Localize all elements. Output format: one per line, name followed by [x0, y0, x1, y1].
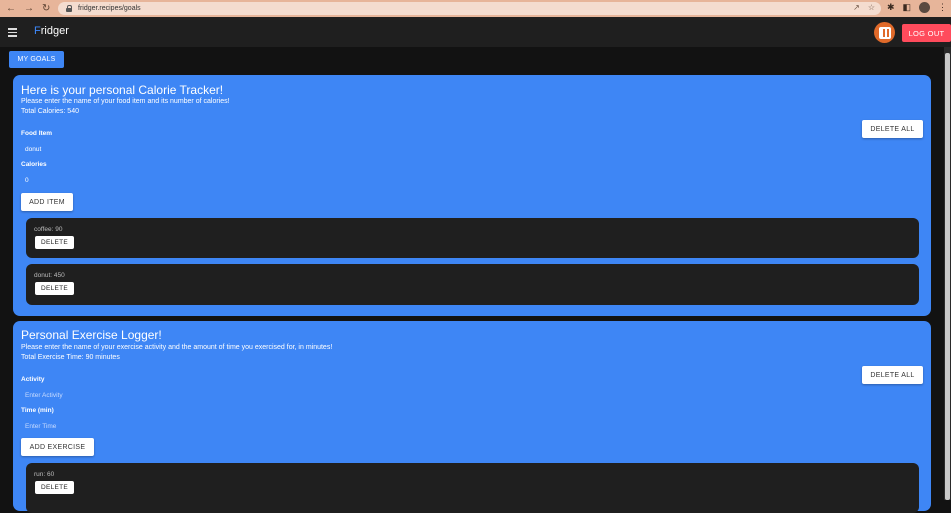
- food-item-input[interactable]: donut: [25, 146, 41, 153]
- time-label: Time (min): [21, 407, 54, 414]
- scrollbar-thumb[interactable]: [945, 53, 950, 500]
- calorie-tracker-card: Here is your personal Calorie Tracker! P…: [13, 75, 931, 316]
- list-item: run: 60 DELETE: [26, 463, 919, 513]
- list-item: donut: 450 DELETE: [26, 264, 919, 305]
- brand-logo[interactable]: Fridger: [34, 25, 69, 37]
- list-item: coffee: 90 DELETE: [26, 218, 919, 258]
- calories-input[interactable]: 0: [25, 177, 29, 184]
- exercise-logger-card: Personal Exercise Logger! Please enter t…: [13, 321, 931, 513]
- calorie-title: Here is your personal Calorie Tracker!: [21, 83, 224, 97]
- share-icon[interactable]: ↗: [853, 3, 860, 12]
- calorie-instructions: Please enter the name of your food item …: [21, 98, 230, 105]
- back-icon[interactable]: ←: [6, 3, 16, 14]
- extension-area: ✱ ◧ ⋮: [887, 2, 947, 13]
- app-bar: Fridger: [0, 17, 951, 47]
- avatar[interactable]: [874, 22, 895, 43]
- brand-first-letter: F: [34, 25, 41, 37]
- reload-icon[interactable]: ↻: [42, 3, 50, 14]
- avatar-pattern-icon: [878, 26, 891, 39]
- add-exercise-button[interactable]: ADD EXERCISE: [21, 438, 94, 456]
- food-item-label: Food Item: [21, 130, 53, 137]
- address-bar[interactable]: fridger.recipes/goals ↗ ☆: [58, 2, 881, 15]
- list-item-text: donut: 450: [34, 272, 65, 279]
- exercise-total: Total Exercise Time: 90 minutes: [21, 354, 120, 361]
- logout-button[interactable]: LOG OUT: [902, 24, 951, 42]
- calories-label: Calories: [21, 161, 47, 168]
- brand-rest: ridger: [40, 25, 69, 37]
- time-input[interactable]: Enter Time: [25, 423, 56, 430]
- extensions-icon[interactable]: ✱: [887, 2, 895, 13]
- delete-button[interactable]: DELETE: [35, 282, 74, 295]
- list-item-text: run: 60: [34, 471, 55, 478]
- activity-input[interactable]: Enter Activity: [25, 392, 63, 399]
- star-icon[interactable]: ☆: [868, 3, 875, 12]
- browser-toolbar: ← → ↻ fridger.recipes/goals ↗ ☆ ✱ ◧ ⋮: [0, 0, 951, 17]
- list-item-text: coffee: 90: [34, 226, 63, 233]
- sidepanel-icon[interactable]: ◧: [902, 2, 911, 13]
- lock-icon: [66, 5, 72, 12]
- calorie-total: Total Calories: 540: [21, 108, 79, 115]
- hamburger-menu-icon[interactable]: [8, 28, 17, 37]
- exercise-title: Personal Exercise Logger!: [21, 328, 162, 342]
- browser-nav: ← → ↻: [0, 3, 56, 14]
- forward-icon[interactable]: →: [24, 3, 34, 14]
- delete-button[interactable]: DELETE: [35, 236, 74, 249]
- my-goals-button[interactable]: MY GOALS: [9, 51, 64, 68]
- delete-button[interactable]: DELETE: [35, 481, 74, 494]
- delete-all-exercise-button[interactable]: DELETE ALL: [862, 366, 923, 384]
- activity-label: Activity: [21, 376, 45, 383]
- add-item-button[interactable]: ADD ITEM: [21, 193, 73, 211]
- profile-icon[interactable]: [919, 2, 930, 13]
- page-scrollbar[interactable]: [944, 47, 951, 500]
- url-text: fridger.recipes/goals: [78, 5, 141, 12]
- kebab-menu-icon[interactable]: ⋮: [938, 2, 947, 13]
- delete-all-calories-button[interactable]: DELETE ALL: [862, 120, 923, 138]
- exercise-instructions: Please enter the name of your exercise a…: [21, 344, 333, 351]
